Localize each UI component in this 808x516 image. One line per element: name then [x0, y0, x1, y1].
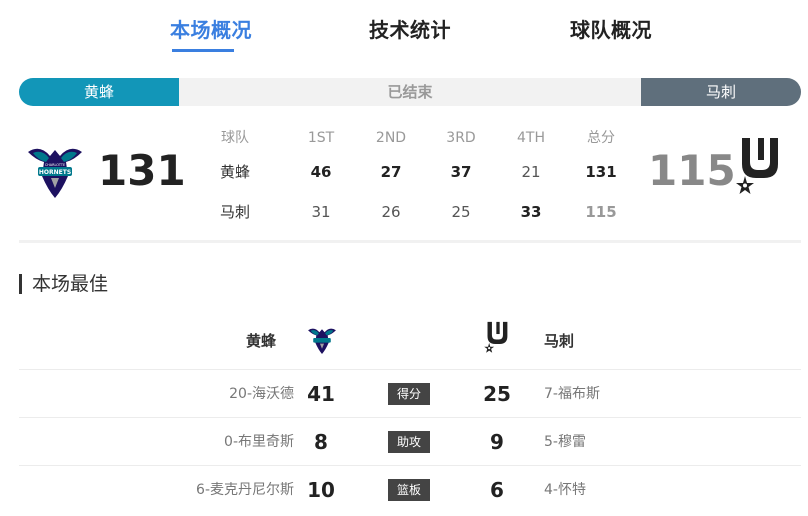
home-best-value: 10: [307, 478, 335, 502]
away-best-player[interactable]: 7-福布斯: [544, 370, 600, 418]
game-status-text: 已结束: [387, 83, 433, 101]
home-best-player[interactable]: 0-布里奇斯: [224, 418, 294, 466]
quarter-row-away: 马刺 31 26 25 33 115: [200, 194, 640, 230]
row-q2: 27: [380, 163, 402, 181]
tab-team-overview[interactable]: 球队概况: [570, 14, 652, 43]
row-total: 115: [585, 203, 617, 221]
spurs-small-logo-icon[interactable]: [482, 320, 514, 358]
tab-game-overview[interactable]: 本场概况: [170, 14, 252, 43]
home-best-value: 8: [314, 430, 328, 454]
hornets-logo-icon[interactable]: CHARLOTTE HORNETS: [24, 138, 86, 200]
col-header-team: 球队: [221, 130, 249, 146]
spurs-logo-icon[interactable]: [732, 136, 790, 202]
away-best-player[interactable]: 5-穆雷: [544, 418, 586, 466]
best-row-rebounds: 6-麦克丹尼尔斯 10 篮板 6 4-怀特: [19, 465, 801, 513]
col-header-q1: 1ST: [307, 130, 335, 146]
col-header-total: 总分: [587, 130, 615, 146]
away-best-player[interactable]: 4-怀特: [544, 466, 586, 514]
status-away-team: 马刺: [641, 78, 801, 106]
row-q1: 31: [311, 203, 331, 221]
tab-tech-stats[interactable]: 技术统计: [369, 14, 451, 43]
away-best-value: 25: [483, 382, 511, 406]
home-best-player[interactable]: 20-海沃德: [229, 370, 294, 418]
row-q1: 46: [310, 163, 332, 181]
stat-category-badge: 篮板: [388, 479, 430, 501]
col-header-q3: 3RD: [446, 130, 476, 146]
status-home-team: 黄蜂: [19, 78, 179, 106]
best-row-points: 20-海沃德 41 得分 25 7-福布斯: [19, 369, 801, 417]
active-tab-indicator: [172, 49, 234, 52]
stat-category-badge: 助攻: [388, 431, 430, 453]
svg-text:HORNETS: HORNETS: [39, 169, 71, 176]
stat-category-badge: 得分: [388, 383, 430, 405]
home-score: 131: [98, 146, 186, 195]
row-q4: 33: [520, 203, 542, 221]
hornets-small-logo-icon[interactable]: [305, 323, 339, 355]
best-row-assists: 0-布里奇斯 8 助攻 9 5-穆雷: [19, 417, 801, 465]
col-header-q4: 4TH: [517, 130, 545, 146]
away-best-value: 9: [490, 430, 504, 454]
best-section-title: 本场最佳: [19, 274, 108, 294]
game-status-bar: 黄蜂 已结束 马刺: [19, 78, 801, 106]
best-away-team-name: 马刺: [544, 332, 575, 350]
col-header-q2: 2ND: [375, 130, 407, 146]
quarter-row-home: 黄蜂 46 27 37 21 131: [200, 154, 640, 190]
row-total: 131: [585, 163, 617, 181]
row-team-name: 马刺: [219, 203, 250, 221]
row-team-name: 黄蜂: [219, 163, 250, 181]
row-q2: 26: [381, 203, 401, 221]
row-q3: 25: [451, 203, 471, 221]
home-best-value: 41: [307, 382, 335, 406]
home-best-player[interactable]: 6-麦克丹尼尔斯: [196, 466, 294, 514]
svg-text:CHARLOTTE: CHARLOTTE: [45, 163, 65, 167]
quarter-header-row: 球队 1ST 2ND 3RD 4TH 总分: [200, 120, 640, 156]
row-q4: 21: [521, 163, 541, 181]
away-score: 115: [648, 146, 736, 195]
section-divider: [19, 240, 801, 243]
best-home-team-name: 黄蜂: [245, 332, 276, 350]
row-q3: 37: [450, 163, 472, 181]
away-best-value: 6: [490, 478, 504, 502]
tab-bar: 本场概况 技术统计 球队概况: [0, 0, 808, 60]
